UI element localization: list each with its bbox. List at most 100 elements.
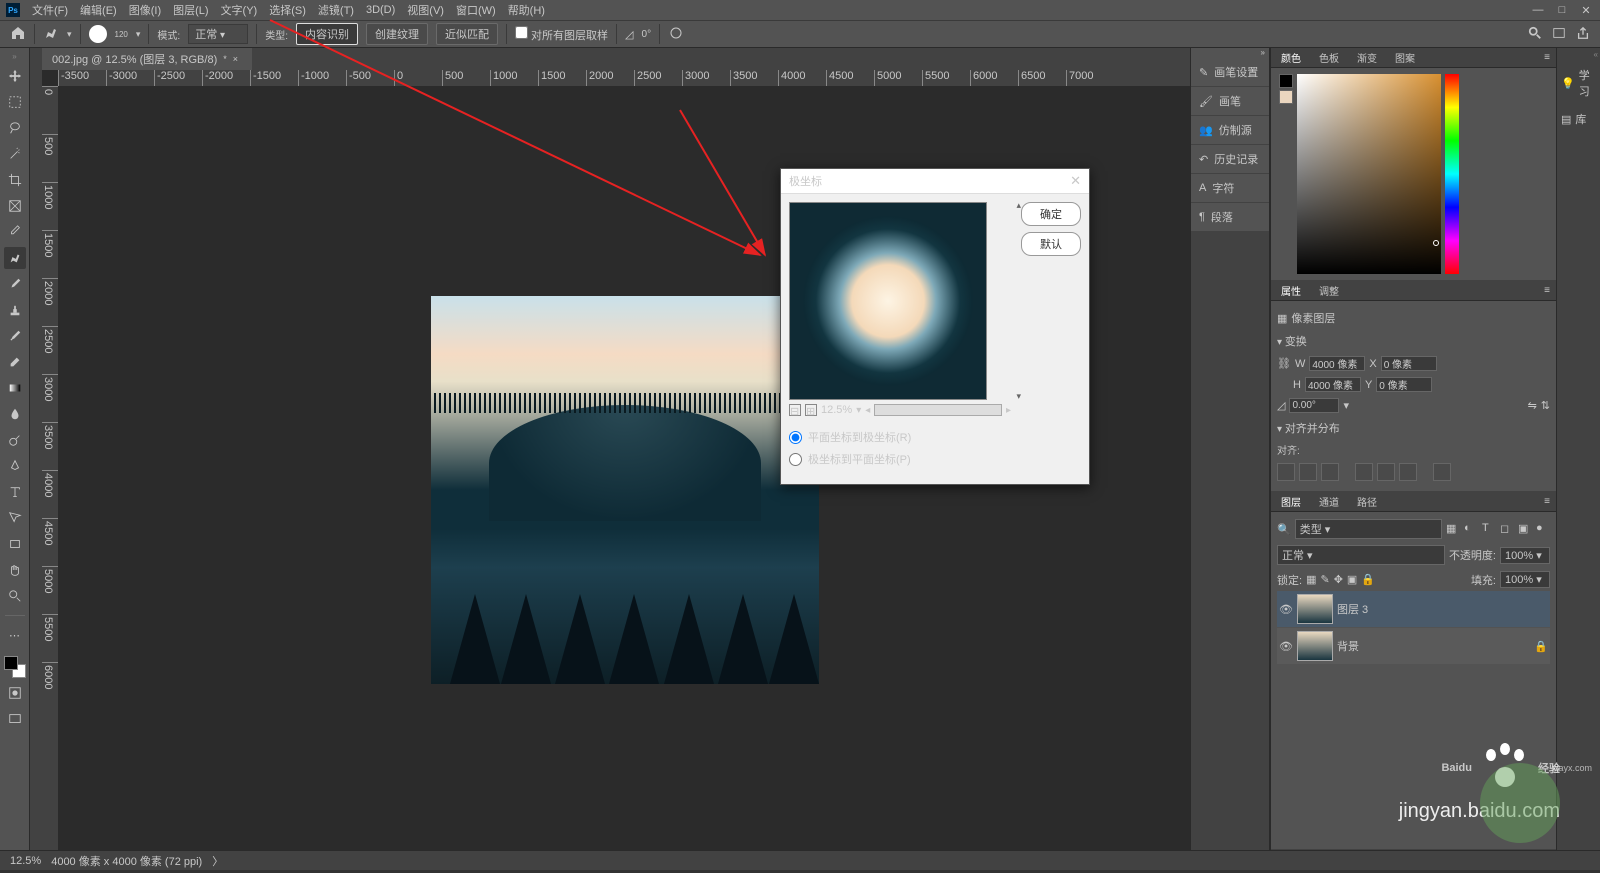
tab-patterns[interactable]: 图案 (1391, 48, 1419, 67)
link-wh-icon[interactable]: ⛓ (1277, 357, 1291, 370)
filter-smart-icon[interactable]: ▣ (1518, 522, 1532, 536)
wand-tool[interactable] (4, 143, 26, 165)
panel-libraries[interactable]: ▤库 (1557, 105, 1600, 133)
option-rect-to-polar[interactable]: 平面坐标到极坐标(R) (789, 426, 1011, 448)
healing-tool[interactable] (4, 247, 26, 269)
align-hcenter[interactable] (1299, 463, 1317, 481)
frame-tool[interactable] (4, 195, 26, 217)
color-field[interactable] (1297, 74, 1441, 274)
doc-info[interactable]: 4000 像素 x 4000 像素 (72 ppi) (51, 853, 202, 869)
crop-tool[interactable] (4, 169, 26, 191)
brush-preset[interactable] (89, 25, 107, 43)
type-proximity-match[interactable]: 近似匹配 (436, 23, 498, 45)
type-tool[interactable] (4, 481, 26, 503)
maximize-icon[interactable]: □ (1554, 4, 1570, 17)
scroll-left-icon[interactable]: ◂ (865, 405, 870, 416)
filter-shape-icon[interactable]: ◻ (1500, 522, 1514, 536)
brush-tool[interactable] (4, 273, 26, 295)
height-input[interactable] (1305, 377, 1361, 392)
blur-tool[interactable] (4, 403, 26, 425)
pen-tool[interactable] (4, 455, 26, 477)
quickmask-tool[interactable] (4, 682, 26, 704)
menu-image[interactable]: 图像(I) (123, 2, 167, 18)
hand-tool[interactable] (4, 559, 26, 581)
edit-toolbar[interactable]: ⋯ (4, 624, 26, 646)
panel-history[interactable]: ↶历史记录 (1191, 145, 1269, 173)
menu-file[interactable]: 文件(F) (26, 2, 74, 18)
filter-adjust-icon[interactable]: ◐ (1464, 522, 1478, 536)
y-input[interactable] (1376, 377, 1432, 392)
mode-dropdown[interactable]: 正常 ▾ (188, 24, 248, 44)
eraser-tool[interactable] (4, 351, 26, 373)
home-icon[interactable] (10, 25, 26, 44)
panel-menu-icon[interactable]: ≡ (1544, 285, 1550, 296)
fg-color-swatch[interactable] (1279, 74, 1293, 88)
color-swatches[interactable] (4, 656, 26, 678)
lasso-tool[interactable] (4, 117, 26, 139)
align-bottom[interactable] (1399, 463, 1417, 481)
panel-paragraph[interactable]: ¶段落 (1191, 203, 1269, 231)
dialog-close-icon[interactable]: ✕ (1070, 173, 1081, 189)
sample-all-layers[interactable]: 对所有图层取样 (515, 26, 608, 43)
zoom-dropdown-icon[interactable]: ▾ (856, 405, 861, 416)
document-tab[interactable]: 002.jpg @ 12.5% (图层 3, RGB/8)*× (42, 48, 252, 70)
angle-value[interactable]: 0° (642, 29, 652, 40)
type-content-aware[interactable]: 内容识别 (296, 23, 358, 45)
layer-row[interactable]: 👁 图层 3 (1277, 591, 1550, 627)
tab-layers[interactable]: 图层 (1277, 492, 1305, 511)
filter-toggle[interactable]: ● (1536, 522, 1550, 536)
align-left[interactable] (1277, 463, 1295, 481)
menu-window[interactable]: 窗口(W) (450, 2, 502, 18)
tab-properties[interactable]: 属性 (1277, 281, 1305, 300)
dodge-tool[interactable] (4, 429, 26, 451)
workspace-icon[interactable] (1552, 26, 1566, 43)
lock-pixels-icon[interactable]: ▦ (1306, 573, 1316, 586)
filter-icon[interactable]: 🔍 (1277, 523, 1291, 536)
zoom-out-icon[interactable]: ⊟ (789, 404, 801, 416)
preview-zoom[interactable]: 12.5% (821, 404, 852, 416)
hue-slider[interactable] (1445, 74, 1459, 274)
zoom-level[interactable]: 12.5% (10, 855, 41, 867)
share-icon[interactable] (1576, 26, 1590, 43)
tab-color[interactable]: 颜色 (1277, 48, 1305, 67)
tab-adjustments[interactable]: 调整 (1315, 281, 1343, 300)
tab-gradients[interactable]: 渐变 (1353, 48, 1381, 67)
panel-clone-source[interactable]: 👥仿制源 (1191, 116, 1269, 144)
option-polar-to-rect[interactable]: 极坐标到平面坐标(P) (789, 448, 1011, 470)
align-section[interactable]: ▾ 对齐并分布 (1277, 416, 1550, 440)
menu-edit[interactable]: 编辑(E) (74, 2, 123, 18)
align-vcenter[interactable] (1377, 463, 1395, 481)
layer-thumbnail[interactable] (1297, 594, 1333, 624)
screenmode-tool[interactable] (4, 708, 26, 730)
filter-type-icon[interactable]: T (1482, 522, 1496, 536)
opacity-input[interactable]: 100% ▾ (1500, 547, 1550, 564)
angle-input[interactable] (1289, 398, 1339, 413)
move-tool[interactable] (4, 65, 26, 87)
flip-v-icon[interactable]: ⇅ (1541, 399, 1550, 412)
layer-visibility-icon[interactable]: 👁 (1279, 640, 1293, 653)
preview-scrollbar[interactable] (874, 404, 1002, 416)
ruler-vertical[interactable]: 0 500 1000 1500 2000 2500 3000 3500 4000… (42, 86, 58, 850)
panel-brush-settings[interactable]: ✎画笔设置 (1191, 58, 1269, 86)
ruler-horizontal[interactable]: -3500 -3000 -2500 -2000 -1500 -1000 -500… (58, 70, 1190, 86)
menu-view[interactable]: 视图(V) (401, 2, 450, 18)
scroll-down-icon[interactable]: ▾ (1016, 391, 1021, 402)
collapse-toggle[interactable]: » (1191, 48, 1269, 58)
flip-h-icon[interactable]: ⇋ (1528, 399, 1537, 412)
panel-brushes[interactable]: 🖌画笔 (1191, 87, 1269, 115)
menu-3d[interactable]: 3D(D) (360, 4, 401, 16)
layer-filter-dropdown[interactable]: 类型 ▾ (1295, 519, 1442, 539)
lock-artboard-icon[interactable]: ▣ (1347, 573, 1357, 586)
rectangle-tool[interactable] (4, 533, 26, 555)
dialog-titlebar[interactable]: 极坐标 ✕ (781, 169, 1089, 194)
panel-menu-icon[interactable]: ≡ (1544, 496, 1550, 507)
lock-all-icon[interactable]: 🔒 (1361, 573, 1375, 586)
menu-layer[interactable]: 图层(L) (167, 2, 214, 18)
close-tab-icon[interactable]: × (233, 54, 238, 64)
panel-learn[interactable]: 💡学习 (1557, 61, 1600, 105)
filter-pixel-icon[interactable]: ▦ (1446, 522, 1460, 536)
minimize-icon[interactable]: — (1530, 4, 1546, 17)
scroll-up-icon[interactable]: ▴ (1016, 200, 1021, 211)
align-top[interactable] (1355, 463, 1373, 481)
tab-channels[interactable]: 通道 (1315, 492, 1343, 511)
